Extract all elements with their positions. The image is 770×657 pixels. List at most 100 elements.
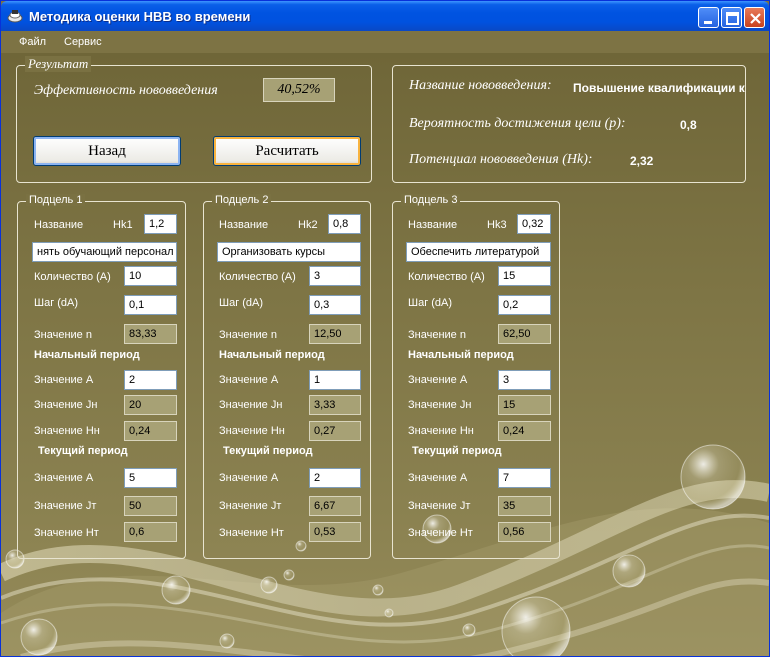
subgoal-2-a-cur-label: Значение A: [219, 472, 279, 484]
subgoal-1-jn-value: 20: [124, 395, 177, 415]
subgoal-3-step-input[interactable]: 0,2: [498, 295, 551, 315]
result-legend: Результат: [25, 56, 92, 72]
subgoal-1-ht-value: 0,6: [124, 522, 177, 542]
maximize-button[interactable]: [721, 7, 742, 28]
efficiency-value: 40,52%: [263, 78, 335, 102]
subgoal-2-name-label: Название: [219, 219, 269, 231]
probability-label: Вероятность достижения цели (p):: [409, 116, 626, 131]
close-button[interactable]: [744, 7, 765, 28]
subgoal-3-jt-label: Значение Jт: [408, 500, 471, 512]
subgoal-3-a-init-input[interactable]: 3: [498, 370, 551, 390]
subgoal-2-jn-value: 3,33: [309, 395, 361, 415]
innovation-name-label: Название нововведения:: [409, 78, 552, 93]
subgoal-1-a-init-label: Значение A: [34, 374, 94, 386]
client-area: Результат Эффективность нововведения 40,…: [1, 53, 769, 656]
menu-service[interactable]: Сервис: [64, 36, 102, 48]
minimize-button[interactable]: [698, 7, 719, 28]
subgoal-3-a-init-label: Значение A: [408, 374, 468, 386]
subgoal-3-jt-value: 35: [498, 496, 551, 516]
subgoal-1-quantity-label: Количество (A): [34, 271, 111, 283]
subgoal-2-legend: Подцель 2: [212, 194, 272, 206]
subgoal-3-hn-label: Значение Hн: [408, 425, 474, 437]
subgoal-3-ht-value: 0,56: [498, 522, 551, 542]
maximize-icon: [726, 12, 739, 25]
subgoal-1-jt-label: Значение Jт: [34, 500, 97, 512]
subgoal-1-step-label: Шаг (dA): [34, 297, 79, 309]
subgoal-3-initial-period-heading: Начальный период: [408, 349, 514, 361]
subgoal-2-initial-period-heading: Начальный период: [219, 349, 325, 361]
subgoal-2-quantity-label: Количество (A): [219, 271, 296, 283]
subgoal-2-a-cur-input[interactable]: 2: [309, 468, 361, 488]
subgoal-3-jn-value: 15: [498, 395, 551, 415]
probability-value: 0,8: [680, 118, 697, 132]
subgoal-1-a-cur-input[interactable]: 5: [124, 468, 177, 488]
subgoal-2-a-init-label: Значение A: [219, 374, 279, 386]
app-icon: [7, 10, 23, 23]
subgoal-1-jt-value: 50: [124, 496, 177, 516]
subgoal-3-hk-label: Hk3: [487, 219, 507, 231]
subgoal-1-n-value: 83,33: [124, 324, 177, 344]
subgoal-2-hn-value: 0,27: [309, 421, 361, 441]
subgoal-3-quantity-label: Количество (A): [408, 271, 485, 283]
subgoal-1-hn-label: Значение Hн: [34, 425, 100, 437]
minimize-icon: [704, 21, 712, 24]
subgoal-2-ht-value: 0,53: [309, 522, 361, 542]
subgoal-2-ht-label: Значение Hт: [219, 527, 284, 539]
subgoal-2-current-period-heading: Текущий период: [223, 445, 313, 457]
subgoal-3-n-label: Значение n: [408, 329, 466, 341]
efficiency-label: Эффективность нововведения: [34, 83, 218, 98]
window-title: Методика оценки НВВ во времени: [29, 9, 251, 24]
potential-label: Потенциал нововведения (Hk):: [409, 152, 593, 167]
subgoal-3-hn-value: 0,24: [498, 421, 551, 441]
subgoal-2-step-label: Шаг (dA): [219, 297, 264, 309]
subgoal-1-a-init-input[interactable]: 2: [124, 370, 177, 390]
subgoal-2-jt-value: 6,67: [309, 496, 361, 516]
subgoal-3-n-value: 62,50: [498, 324, 551, 344]
subgoal-2-jn-label: Значение Jн: [219, 399, 283, 411]
menu-file[interactable]: Файл: [19, 36, 46, 48]
subgoal-2-name-input[interactable]: Организовать курсы: [217, 242, 361, 262]
subgoal-2-step-input[interactable]: 0,3: [309, 295, 361, 315]
subgoal-3-a-cur-input[interactable]: 7: [498, 468, 551, 488]
calculate-button[interactable]: Расчитать: [213, 136, 361, 166]
subgoal-3-hk-input[interactable]: 0,32: [517, 214, 551, 234]
title-bar[interactable]: Методика оценки НВВ во времени: [1, 1, 769, 31]
subgoal-2-jt-label: Значение Jт: [219, 500, 282, 512]
back-button[interactable]: Назад: [33, 136, 181, 166]
subgoal-1-a-cur-label: Значение A: [34, 472, 94, 484]
subgoal-1-ht-label: Значение Hт: [34, 527, 99, 539]
subgoal-1-jn-label: Значение Jн: [34, 399, 98, 411]
subgoal-1-hk-input[interactable]: 1,2: [144, 214, 177, 234]
subgoal-2-quantity-input[interactable]: 3: [309, 266, 361, 286]
subgoal-2-n-label: Значение n: [219, 329, 277, 341]
subgoal-1-legend: Подцель 1: [26, 194, 86, 206]
subgoal-1-initial-period-heading: Начальный период: [34, 349, 140, 361]
subgoal-3-jn-label: Значение Jн: [408, 399, 472, 411]
subgoal-1-hk-label: Hk1: [113, 219, 133, 231]
app-window: Методика оценки НВВ во времени Файл Серв…: [0, 0, 770, 657]
subgoal-1-name-label: Название: [34, 219, 84, 231]
subgoal-1-current-period-heading: Текущий период: [38, 445, 128, 457]
subgoal-2-n-value: 12,50: [309, 324, 361, 344]
subgoal-2-hn-label: Значение Hн: [219, 425, 285, 437]
subgoal-1-quantity-input[interactable]: 10: [124, 266, 177, 286]
subgoal-1-step-input[interactable]: 0,1: [124, 295, 177, 315]
subgoal-3-current-period-heading: Текущий период: [412, 445, 502, 457]
subgoal-1-n-label: Значение n: [34, 329, 92, 341]
close-icon: [750, 13, 761, 24]
subgoal-3-step-label: Шаг (dA): [408, 297, 453, 309]
subgoal-3-ht-label: Значение Hт: [408, 527, 473, 539]
innovation-name-value: Повышение квалификации к: [573, 81, 745, 95]
subgoal-1-hn-value: 0,24: [124, 421, 177, 441]
subgoal-1-name-input[interactable]: нять обучающий персонал: [32, 242, 177, 262]
subgoal-3-name-label: Название: [408, 219, 458, 231]
subgoal-3-a-cur-label: Значение A: [408, 472, 468, 484]
subgoal-2-hk-input[interactable]: 0,8: [328, 214, 361, 234]
potential-value: 2,32: [630, 154, 654, 168]
subgoal-3-legend: Подцель 3: [401, 194, 461, 206]
menu-bar: Файл Сервис: [1, 31, 769, 53]
subgoal-3-name-input[interactable]: Обеспечить литературой: [406, 242, 551, 262]
subgoal-3-quantity-input[interactable]: 15: [498, 266, 551, 286]
subgoal-2-a-init-input[interactable]: 1: [309, 370, 361, 390]
subgoal-2-hk-label: Hk2: [298, 219, 318, 231]
